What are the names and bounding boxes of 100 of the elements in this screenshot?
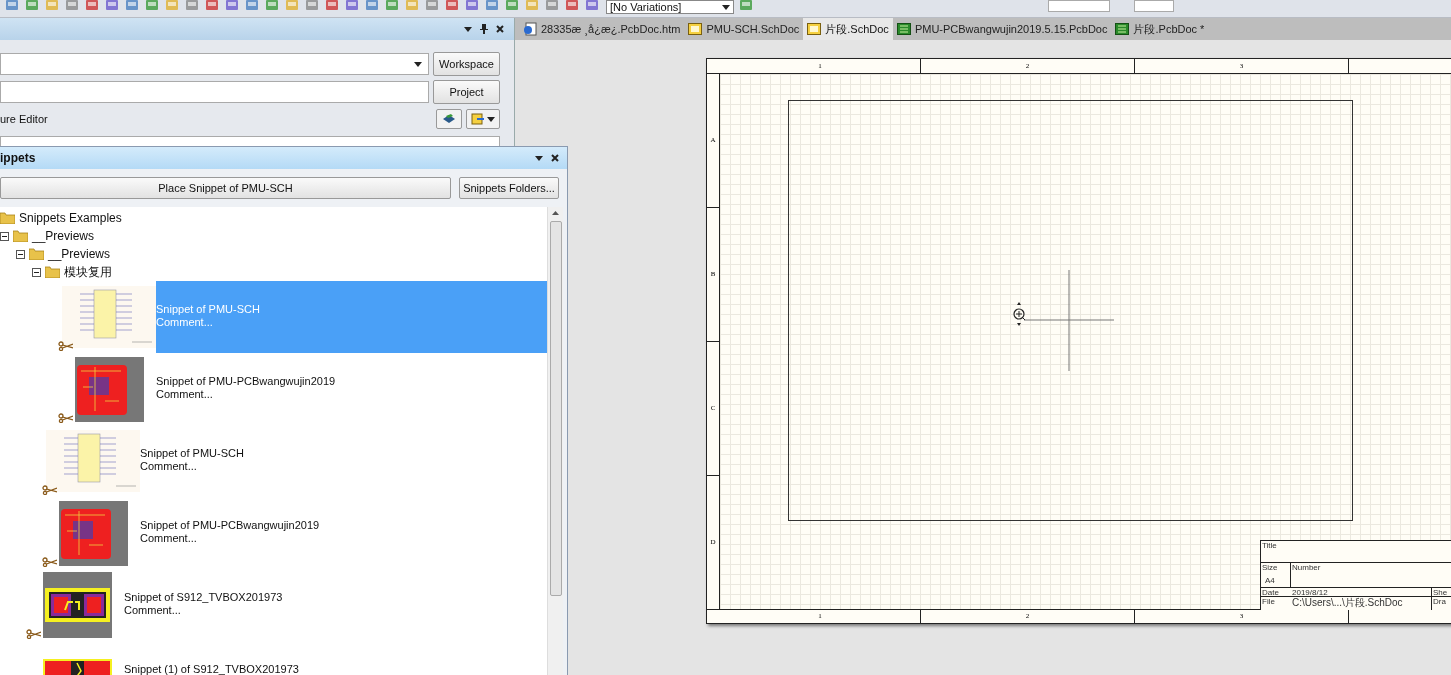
- toolbar-icon[interactable]: [564, 0, 580, 12]
- document-icon: [471, 113, 485, 125]
- folder-icon: [29, 248, 44, 260]
- snippet-comment: Comment...: [156, 316, 214, 329]
- toolbar-icon[interactable]: [524, 0, 540, 12]
- date-value: 2019/8/12: [1291, 588, 1329, 596]
- project-field[interactable]: [0, 81, 429, 103]
- document-dropdown-button[interactable]: [466, 109, 500, 129]
- folder-label[interactable]: __Previews: [48, 245, 111, 263]
- toolbar-icon[interactable]: [364, 0, 380, 12]
- toolbar-icon[interactable]: [4, 0, 20, 12]
- file-label: File: [1261, 597, 1276, 608]
- toolbar-icon[interactable]: [324, 0, 340, 12]
- toolbar-icon[interactable]: [284, 0, 300, 12]
- drawn-label: Dra: [1431, 597, 1447, 610]
- scrollbar[interactable]: [547, 207, 563, 675]
- toolbar-icon[interactable]: [104, 0, 120, 12]
- snippet-name: Snippet of PMU-PCBwangwujin2019: [156, 375, 337, 388]
- pcb-document-icon: [1115, 23, 1130, 35]
- layers-button[interactable]: [436, 109, 462, 129]
- panel-title: ippets: [0, 150, 36, 167]
- folder-label[interactable]: 模块复用: [64, 263, 112, 281]
- scroll-up-icon[interactable]: [552, 211, 559, 215]
- zoom-cursor-icon: [1012, 302, 1026, 326]
- number-label: Number: [1291, 563, 1322, 574]
- place-snippet-button[interactable]: Place Snippet of PMU-SCH: [0, 177, 451, 199]
- snippet-name: Snippet (1) of S912_TVBOX201973: [124, 663, 300, 675]
- toolbar-dropdown[interactable]: [1134, 0, 1174, 12]
- pcb-thumbnail: [58, 500, 128, 566]
- toolbar-icon[interactable]: [344, 0, 360, 12]
- pin-icon[interactable]: [480, 24, 488, 34]
- toolbar-icon[interactable]: [424, 0, 440, 12]
- pcb-thumbnail: [74, 356, 144, 422]
- dropdown-arrow-icon[interactable]: [414, 61, 422, 67]
- folder-label[interactable]: Snippets Examples: [19, 209, 122, 227]
- toolbar-dropdown[interactable]: [1048, 0, 1110, 12]
- toolbar-icon[interactable]: [164, 0, 180, 12]
- toolbar-icon[interactable]: [64, 0, 80, 12]
- resistor-footprint-thumbnail: [42, 572, 112, 638]
- toolbar-icon[interactable]: [204, 0, 220, 12]
- toolbar-icon[interactable]: [84, 0, 100, 12]
- toolbar-icon[interactable]: [244, 0, 260, 12]
- workspace-button[interactable]: Workspace: [433, 52, 500, 76]
- file-path: C:\Users\...\片段.SchDoc: [1291, 597, 1404, 610]
- snippet-comment: Comment...: [124, 604, 182, 617]
- toolbar-icon[interactable]: [24, 0, 40, 12]
- toolbar-icon[interactable]: [464, 0, 480, 12]
- snippet-comment: Comment...: [140, 460, 198, 473]
- crosshair-cursor-icon: [1024, 270, 1114, 371]
- pcb-document-icon: [896, 23, 911, 35]
- variants-dropdown[interactable]: [No Variations]: [606, 0, 734, 14]
- globe-page-icon: [523, 22, 537, 36]
- size-label: Size: [1261, 563, 1279, 572]
- date-label: Date: [1261, 588, 1280, 596]
- project-button[interactable]: Project: [433, 80, 500, 104]
- toolbar-icon[interactable]: [484, 0, 500, 12]
- toolbar-icon[interactable]: [224, 0, 240, 12]
- collapse-icon[interactable]: [0, 231, 9, 241]
- toolbar-icon[interactable]: [304, 0, 320, 12]
- scrollbar-thumb[interactable]: [549, 221, 562, 596]
- toolbar-icon[interactable]: [124, 0, 140, 12]
- toolbar-icon[interactable]: [504, 0, 520, 12]
- toolbar-icon[interactable]: [444, 0, 460, 12]
- scissors-icon: [42, 485, 57, 495]
- folder-label[interactable]: __Previews: [32, 227, 95, 245]
- panel-menu-icon[interactable]: [464, 26, 472, 32]
- close-icon[interactable]: [496, 25, 504, 33]
- toolbar-icon[interactable]: [738, 0, 754, 12]
- snippet-name: Snippet of PMU-PCBwangwujin2019: [140, 519, 321, 532]
- scissors-icon: [42, 557, 57, 567]
- document-tab[interactable]: 片段.SchDoc: [803, 18, 893, 40]
- panel-menu-icon[interactable]: [535, 155, 543, 161]
- toolbar-icon[interactable]: [144, 0, 160, 12]
- dropdown-arrow-icon[interactable]: [722, 4, 730, 10]
- scissors-icon: [58, 341, 73, 351]
- snippets-folders-button[interactable]: Snippets Folders...: [459, 177, 559, 199]
- collapse-icon[interactable]: [16, 249, 25, 259]
- toolbar-icon[interactable]: [404, 0, 420, 12]
- toolbar-icon[interactable]: [184, 0, 200, 12]
- toolbar-icon[interactable]: [584, 0, 600, 12]
- toolbar-icon[interactable]: [544, 0, 560, 12]
- collapse-icon[interactable]: [32, 267, 41, 277]
- toolbar-icon[interactable]: [44, 0, 60, 12]
- snippet-name: Snippet of PMU-SCH: [156, 303, 261, 316]
- folder-icon: [13, 230, 28, 242]
- toolbar-icon[interactable]: [264, 0, 280, 12]
- scissors-icon: [58, 413, 73, 423]
- dropdown-arrow-icon[interactable]: [487, 116, 495, 122]
- sheet-label: She: [1431, 588, 1449, 596]
- close-icon[interactable]: [551, 154, 559, 162]
- snippet-comment: Comment...: [156, 388, 214, 401]
- schematic-document-icon: [688, 23, 703, 35]
- layers-icon: [442, 113, 456, 125]
- snippet-name: Snippet of PMU-SCH: [140, 447, 245, 460]
- schematic-document-icon: [807, 23, 822, 35]
- toolbar-icon[interactable]: [384, 0, 400, 12]
- folder-icon: [45, 266, 60, 278]
- editor-label: ure Editor: [0, 111, 49, 127]
- title-label: Title: [1261, 541, 1278, 552]
- snippet-comment: Comment...: [140, 532, 198, 545]
